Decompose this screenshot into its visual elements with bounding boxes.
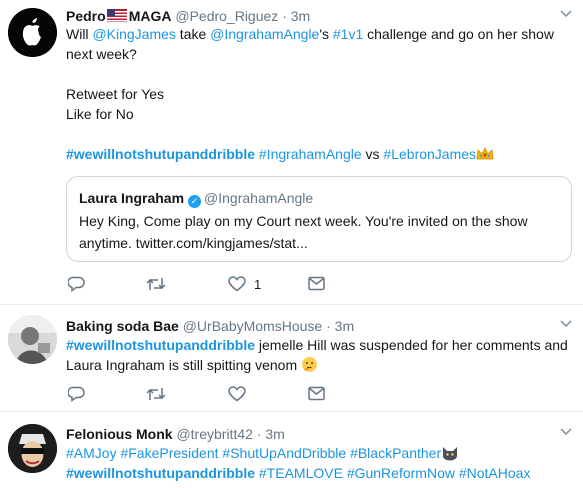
- quoted-tweet[interactable]: Laura Ingraham ✓ @IngrahamAngle Hey King, …: [66, 176, 572, 262]
- tweet-line: #wewillnotshutupanddribble #IngrahamAngl…: [66, 144, 566, 164]
- avatar[interactable]: [8, 424, 57, 473]
- quoted-header: Laura Ingraham ✓ @IngrahamAngle: [79, 189, 313, 208]
- tweet-actions: [66, 386, 566, 406]
- tweet-actions: 1: [66, 276, 566, 296]
- text-span: jemelle Hill was suspended for her comme…: [255, 337, 568, 353]
- retweet-icon: [146, 278, 166, 290]
- display-name[interactable]: Baking soda Bae: [66, 318, 179, 334]
- tweet-line: Retweet for Yes: [66, 86, 165, 102]
- timestamp[interactable]: 3m: [335, 318, 354, 334]
- mention-link[interactable]: @KingJames: [92, 26, 175, 42]
- verified-badge-icon: ✓: [188, 195, 202, 208]
- retweet-button[interactable]: [146, 386, 166, 402]
- retweet-icon: [146, 388, 166, 400]
- chevron-down-icon[interactable]: [560, 10, 572, 18]
- text-span: vs: [361, 146, 384, 162]
- us-flag: [106, 9, 127, 22]
- mention-link[interactable]: @IngrahamAngle: [210, 26, 319, 42]
- reply-icon: [68, 386, 85, 402]
- hashtag-link[interactable]: #GunReformNow: [347, 465, 455, 481]
- reply-icon: [68, 276, 85, 292]
- quoted-line: anytime. twitter.com/kingjames/stat...: [79, 235, 308, 251]
- hashtag-link[interactable]: #ShutUpAndDribble: [222, 445, 346, 461]
- thinking-emoji: [302, 357, 317, 372]
- quoted-display-name[interactable]: Laura Ingraham: [79, 190, 184, 206]
- tweet-line: Will @KingJames take @IngrahamAngle's #1…: [66, 24, 566, 44]
- display-name[interactable]: Pedro: [66, 8, 106, 24]
- tweet-line: #AMJoy #FakePresident #ShutUpAndDribble …: [66, 443, 571, 463]
- tweet-line: Laura Ingraham is still spitting venom: [66, 355, 571, 375]
- chevron-down-icon[interactable]: [560, 428, 572, 436]
- hashtag-link[interactable]: #1v1: [333, 26, 363, 42]
- tweet-header: Pedro MAGA @Pedro_Riguez · 3m: [66, 7, 310, 25]
- tweet-header: Baking soda Bae @UrBabyMomsHouse · 3m: [66, 317, 354, 335]
- hashtag-link[interactable]: #IngrahamAngle: [259, 146, 362, 162]
- hashtag-link[interactable]: #wewillnotshutupanddribble: [66, 337, 255, 353]
- tweet-text: #wewillnotshutupanddribble jemelle Hill …: [66, 335, 571, 375]
- text-span: challenge and go on her show: [363, 26, 554, 42]
- like-count: 1: [254, 276, 262, 292]
- like-icon: [228, 386, 246, 402]
- reply-button[interactable]: [68, 386, 85, 402]
- quoted-handle[interactable]: @IngrahamAngle: [204, 190, 313, 206]
- separator-dot: ·: [326, 318, 331, 334]
- quoted-line: Hey King, Come play on my Court next wee…: [79, 213, 528, 229]
- hashtag-link[interactable]: #AMJoy: [66, 445, 117, 461]
- tweet-line: Like for No: [66, 106, 134, 122]
- hashtag-link[interactable]: #wewillnotshutupanddribble: [66, 465, 255, 481]
- retweet-button[interactable]: [146, 276, 166, 292]
- tweet[interactable]: Baking soda Bae @UrBabyMomsHouse · 3m #w…: [0, 305, 583, 412]
- chevron-down-icon[interactable]: [560, 320, 572, 328]
- tweet-line: next week?: [66, 46, 137, 62]
- message-button[interactable]: [308, 386, 325, 401]
- avatar-photo: [8, 315, 57, 364]
- user-handle[interactable]: @treybritt42: [176, 426, 252, 442]
- quoted-text: Hey King, Come play on my Court next wee…: [79, 210, 528, 254]
- apple-logo-icon: [8, 8, 57, 57]
- tweet-text: Will @KingJames take @IngrahamAngle's #1…: [66, 24, 566, 164]
- like-icon: [228, 276, 246, 292]
- avatar[interactable]: [8, 8, 57, 57]
- reply-button[interactable]: [68, 276, 85, 292]
- hashtag-link[interactable]: #LebronJames: [383, 146, 476, 162]
- crown-emoji: [476, 147, 494, 160]
- tweet[interactable]: Pedro MAGA @Pedro_Riguez · 3m Will @King…: [0, 0, 583, 305]
- separator-dot: ·: [256, 426, 262, 442]
- tweet-line: #wewillnotshutupanddribble #TEAMLOVE #Gu…: [66, 463, 571, 483]
- cat-emoji: [443, 447, 458, 461]
- message-button[interactable]: [308, 276, 325, 291]
- timestamp[interactable]: 3m: [265, 426, 284, 442]
- text-span: Laura Ingraham is still spitting venom: [66, 357, 298, 373]
- tweet[interactable]: Felonious Monk @treybritt42 · 3m #AMJoy …: [0, 412, 583, 488]
- separator-dot: ·: [282, 8, 287, 24]
- avatar[interactable]: [8, 315, 57, 364]
- text-span: Will: [66, 26, 93, 42]
- display-name[interactable]: Felonious Monk: [66, 426, 173, 442]
- user-handle[interactable]: @UrBabyMomsHouse: [183, 318, 322, 334]
- hashtag-link[interactable]: #FakePresident: [120, 445, 218, 461]
- tweet-text: #AMJoy #FakePresident #ShutUpAndDribble …: [66, 443, 571, 483]
- like-button[interactable]: [228, 386, 246, 402]
- like-button[interactable]: 1: [228, 276, 261, 292]
- hashtag-link[interactable]: #NotAHoax: [459, 465, 531, 481]
- user-handle[interactable]: @Pedro_Riguez: [175, 8, 278, 24]
- tweet-header: Felonious Monk @treybritt42 · 3m: [66, 425, 285, 443]
- avatar-photo: [8, 424, 57, 473]
- hashtag-link[interactable]: #BlackPanther: [350, 445, 441, 461]
- hashtag-link[interactable]: #TEAMLOVE: [259, 465, 343, 481]
- message-icon: [308, 386, 325, 401]
- hashtag-link[interactable]: #wewillnotshutupanddribble: [66, 146, 255, 162]
- timestamp[interactable]: 3m: [291, 8, 310, 24]
- message-icon: [308, 276, 325, 291]
- text-span: 's: [319, 26, 333, 42]
- display-name-suffix[interactable]: MAGA: [129, 8, 172, 24]
- tweet-line: #wewillnotshutupanddribble jemelle Hill …: [66, 335, 571, 355]
- text-span: take: [175, 26, 211, 42]
